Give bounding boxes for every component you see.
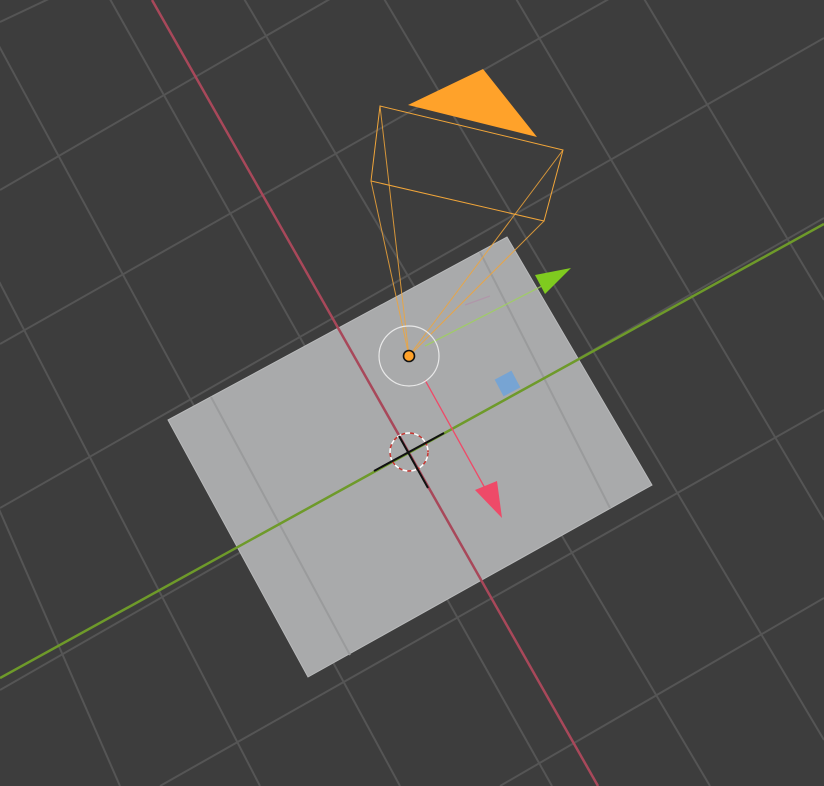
- grid-line: [0, 0, 49, 23]
- grid-line: [0, 0, 610, 345]
- object-origin-dot[interactable]: [402, 349, 416, 363]
- camera-up-triangle-icon[interactable]: [408, 69, 537, 137]
- gizmo-y-arrow-icon[interactable]: [535, 268, 571, 294]
- viewport-canvas[interactable]: [0, 0, 824, 786]
- 3d-viewport[interactable]: [0, 0, 824, 786]
- grid-line: [499, 597, 824, 786]
